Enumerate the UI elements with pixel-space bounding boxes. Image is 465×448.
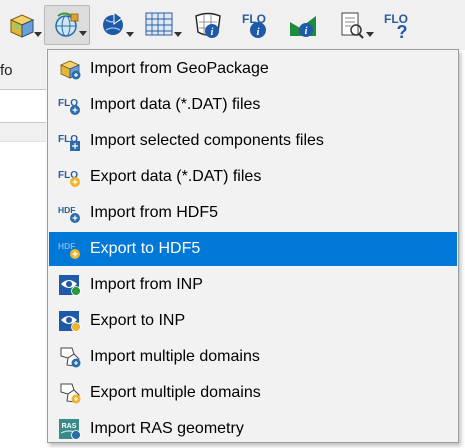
ras-import-icon: RAS <box>59 419 81 440</box>
background-panel <box>0 50 46 448</box>
tool-button-6[interactable]: FLO i <box>232 5 280 45</box>
svg-text:i: i <box>211 27 214 38</box>
tool-button-4[interactable] <box>136 5 184 45</box>
svg-text:i: i <box>305 26 308 37</box>
svg-text:?: ? <box>397 22 408 40</box>
menu-item-label: Export to HDF5 <box>90 240 201 257</box>
menu-item-import-ras[interactable]: RAS Import RAS geometry <box>49 412 457 446</box>
chevron-down-icon <box>174 32 182 37</box>
geopackage-icon <box>60 60 81 80</box>
tool-button-9[interactable]: FLO ? <box>376 5 420 45</box>
geopackage-tool-button[interactable] <box>0 5 44 45</box>
flo-import-icon: FLO <box>58 98 80 115</box>
globe-arrow-icon <box>103 11 123 35</box>
info-tab[interactable]: fo <box>0 50 46 90</box>
menu-item-label: Import from HDF5 <box>90 204 219 221</box>
chevron-down-icon <box>366 32 374 37</box>
menu-item-import-selected[interactable]: FLO Import selected components files <box>49 124 457 158</box>
menu-item-import-inp[interactable]: Import from INP <box>49 268 457 302</box>
chevron-down-icon <box>126 32 134 37</box>
domains-import-icon <box>60 347 81 368</box>
flo-import-selected-icon: FLO <box>58 134 80 151</box>
chevron-down-icon <box>34 32 42 37</box>
menu-item-export-hdf5[interactable]: HDF Export to HDF5 <box>49 232 457 266</box>
grid-info-icon <box>145 12 173 36</box>
grid-info-shape-icon: i <box>195 12 221 38</box>
flo-export-icon: FLO <box>58 170 80 187</box>
menu-item-label: Import RAS geometry <box>90 420 244 437</box>
tool-button-3[interactable] <box>90 5 136 45</box>
tool-button-7[interactable]: i <box>280 5 328 45</box>
menu-item-label: Export to INP <box>90 312 186 329</box>
menu-item-label: Export multiple domains <box>90 384 261 401</box>
menu-item-label: Import selected components files <box>90 132 324 149</box>
menu-item-export-dat[interactable]: FLO Export data (*.DAT) files <box>49 160 457 194</box>
menu-item-label: Import from INP <box>90 276 203 293</box>
menu-item-import-dat[interactable]: FLO Import data (*.DAT) files <box>49 88 457 122</box>
import-export-menu: Import from GeoPackage FLO Import data (… <box>47 49 459 443</box>
hdf5-export-icon: HDF <box>58 241 80 259</box>
import-export-tool-button[interactable] <box>44 5 90 45</box>
tool-button-5[interactable]: i <box>184 5 232 45</box>
svg-text:RAS: RAS <box>62 423 77 430</box>
chevron-down-icon <box>79 31 87 36</box>
globe-gear-icon <box>55 12 79 37</box>
menu-item-label: Import from GeoPackage <box>90 60 269 77</box>
menu-item-label: Export data (*.DAT) files <box>90 168 262 185</box>
document-search-icon <box>341 12 364 39</box>
profile-info-icon: i <box>290 16 316 37</box>
inp-export-icon <box>59 311 81 332</box>
menu-item-label: Import data (*.DAT) files <box>90 96 261 113</box>
flo-help-icon: FLO ? <box>384 12 408 40</box>
menu-item-export-domains[interactable]: Export multiple domains <box>49 376 457 410</box>
tool-button-8[interactable] <box>328 5 376 45</box>
panel-divider <box>0 122 46 142</box>
menu-item-label: Import multiple domains <box>90 348 260 365</box>
geopackage-cube-icon <box>9 14 35 38</box>
inp-import-icon <box>59 275 81 296</box>
toolbar: i FLO i i FLO ? <box>0 0 465 50</box>
menu-item-import-domains[interactable]: Import multiple domains <box>49 340 457 374</box>
info-tab-label: fo <box>0 62 13 79</box>
hdf5-import-icon: HDF <box>58 205 80 223</box>
menu-item-import-hdf5[interactable]: HDF Import from HDF5 <box>49 196 457 230</box>
menu-item-export-inp[interactable]: Export to INP <box>49 304 457 338</box>
menu-item-import-geopackage[interactable]: Import from GeoPackage <box>49 52 457 86</box>
flo-info-icon: FLO i <box>242 12 266 38</box>
domains-export-icon <box>60 383 81 404</box>
